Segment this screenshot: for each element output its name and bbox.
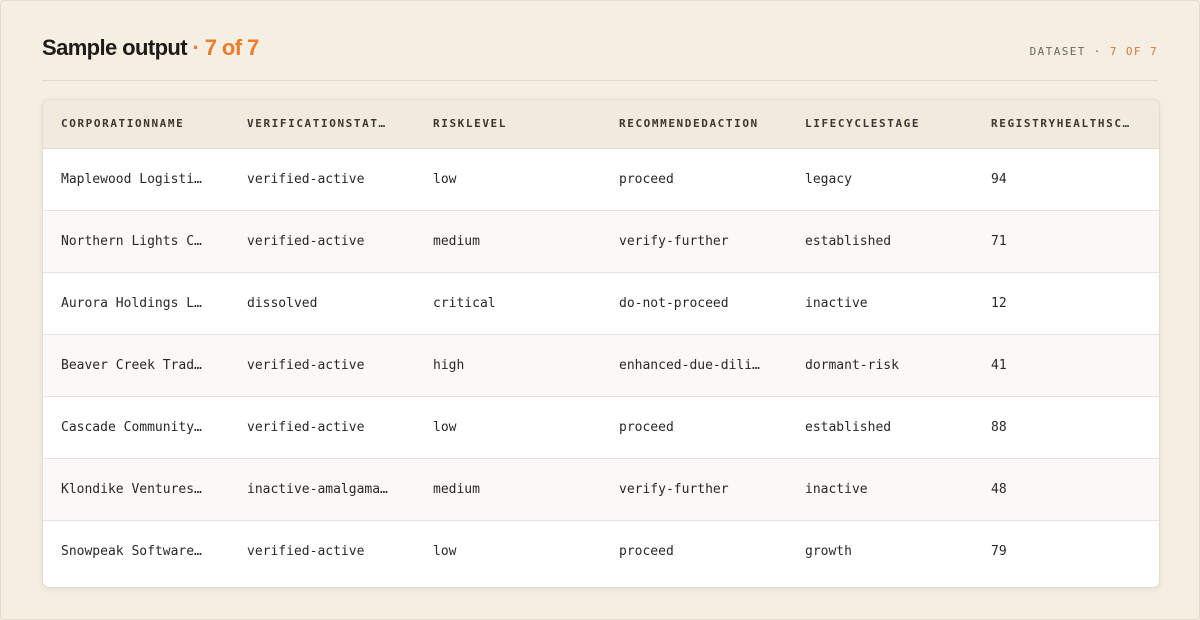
table-row: Beaver Creek Trad… verified-active high …	[43, 334, 1159, 396]
column-header-corporationname: CORPORATIONNAME	[43, 100, 229, 149]
panel-header: Sample output · 7 of 7 DATASET · 7 OF 7	[42, 29, 1158, 81]
column-header-verificationstatus: VERIFICATIONSTAT…	[229, 100, 415, 149]
dataset-label: DATASET ·	[1029, 45, 1110, 58]
title-count: 7 of 7	[204, 35, 259, 60]
cell-corporationname: Snowpeak Software…	[61, 543, 202, 559]
table-row: Klondike Ventures… inactive-amalgama… me…	[43, 458, 1159, 520]
cell-risklevel: low	[433, 171, 457, 187]
cell-recommendedaction: enhanced-due-dili…	[619, 357, 760, 373]
cell-risklevel: medium	[433, 233, 480, 249]
cell-lifecyclestage: inactive	[805, 481, 868, 497]
cell-recommendedaction: do-not-proceed	[619, 295, 729, 311]
table-body: Maplewood Logisti… verified-active low p…	[43, 148, 1159, 582]
column-header-registryhealthscore: REGISTRYHEALTHSC…	[973, 100, 1159, 149]
cell-verificationstatus: verified-active	[247, 543, 365, 559]
cell-corporationname: Maplewood Logisti…	[61, 171, 202, 187]
title-separator: ·	[186, 35, 205, 60]
cell-recommendedaction: proceed	[619, 419, 674, 435]
cell-lifecyclestage: growth	[805, 543, 852, 559]
sample-output-panel: Sample output · 7 of 7 DATASET · 7 OF 7 …	[0, 0, 1200, 620]
table-row: Northern Lights C… verified-active mediu…	[43, 210, 1159, 272]
cell-recommendedaction: proceed	[619, 543, 674, 559]
cell-registryhealthscore: 79	[991, 543, 1007, 559]
cell-verificationstatus: verified-active	[247, 233, 365, 249]
cell-risklevel: high	[433, 357, 465, 373]
table-header: CORPORATIONNAME VERIFICATIONSTAT… RISKLE…	[43, 100, 1159, 149]
table-row: Maplewood Logisti… verified-active low p…	[43, 148, 1159, 210]
cell-lifecyclestage: inactive	[805, 295, 868, 311]
cell-verificationstatus: verified-active	[247, 419, 365, 435]
cell-registryhealthscore: 94	[991, 171, 1007, 187]
dataset-indicator: DATASET · 7 OF 7	[1030, 45, 1158, 58]
cell-verificationstatus: inactive-amalgama…	[247, 481, 388, 497]
cell-registryhealthscore: 12	[991, 295, 1007, 311]
column-header-recommendedaction: RECOMMENDEDACTION	[601, 100, 787, 149]
table-row: Cascade Community… verified-active low p…	[43, 396, 1159, 458]
cell-risklevel: low	[433, 419, 457, 435]
cell-corporationname: Beaver Creek Trad…	[61, 357, 202, 373]
results-table: CORPORATIONNAME VERIFICATIONSTAT… RISKLE…	[43, 100, 1159, 582]
cell-lifecyclestage: dormant-risk	[805, 357, 899, 373]
cell-corporationname: Cascade Community…	[61, 419, 202, 435]
cell-risklevel: low	[433, 543, 457, 559]
cell-registryhealthscore: 88	[991, 419, 1007, 435]
cell-verificationstatus: dissolved	[247, 295, 318, 311]
cell-lifecyclestage: established	[805, 419, 892, 435]
cell-corporationname: Northern Lights C…	[61, 233, 202, 249]
dataset-count: 7 OF 7	[1109, 45, 1158, 58]
table-header-row: CORPORATIONNAME VERIFICATIONSTAT… RISKLE…	[43, 100, 1159, 149]
column-header-lifecyclestage: LIFECYCLESTAGE	[787, 100, 973, 149]
title-text: Sample output	[42, 35, 188, 60]
cell-registryhealthscore: 41	[991, 357, 1007, 373]
cell-verificationstatus: verified-active	[247, 357, 365, 373]
cell-registryhealthscore: 48	[991, 481, 1007, 497]
cell-verificationstatus: verified-active	[247, 171, 365, 187]
page-title: Sample output · 7 of 7	[42, 35, 259, 61]
cell-risklevel: medium	[433, 481, 480, 497]
cell-corporationname: Aurora Holdings L…	[61, 295, 202, 311]
results-table-card: CORPORATIONNAME VERIFICATIONSTAT… RISKLE…	[42, 99, 1160, 588]
table-row: Snowpeak Software… verified-active low p…	[43, 520, 1159, 582]
cell-registryhealthscore: 71	[991, 233, 1007, 249]
cell-lifecyclestage: established	[805, 233, 892, 249]
cell-recommendedaction: proceed	[619, 171, 674, 187]
cell-recommendedaction: verify-further	[619, 233, 729, 249]
cell-corporationname: Klondike Ventures…	[61, 481, 202, 497]
cell-lifecyclestage: legacy	[805, 171, 852, 187]
table-row: Aurora Holdings L… dissolved critical do…	[43, 272, 1159, 334]
column-header-risklevel: RISKLEVEL	[415, 100, 601, 149]
cell-risklevel: critical	[433, 295, 496, 311]
cell-recommendedaction: verify-further	[619, 481, 729, 497]
